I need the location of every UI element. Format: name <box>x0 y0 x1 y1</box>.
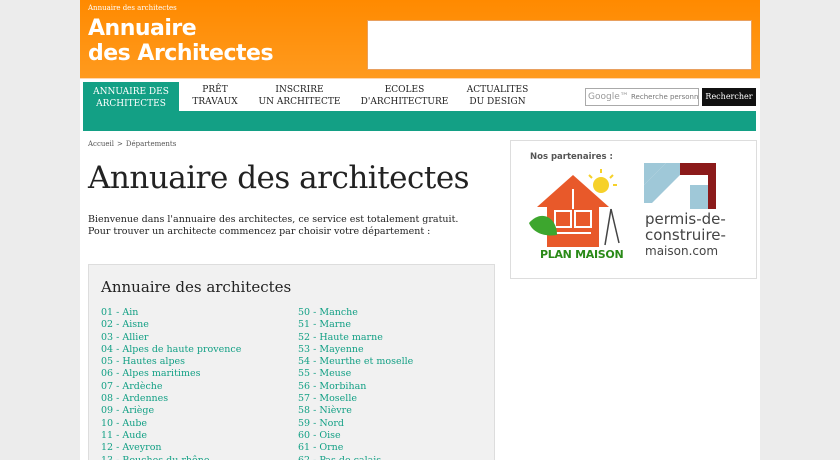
intro-line-2: Pour trouver un architecte commencez par… <box>88 226 431 237</box>
department-link[interactable]: 11 - Aude <box>101 430 241 442</box>
nav-pret-travaux[interactable]: PRÊT TRAVAUX <box>190 84 240 112</box>
department-link[interactable]: 04 - Alpes de haute provence <box>101 344 241 356</box>
sub-nav-bar <box>83 111 756 131</box>
department-link[interactable]: 06 - Alpes maritimes <box>101 368 241 380</box>
partners-box: Nos partenaires : PLAN MAISON permis-de-… <box>510 140 757 279</box>
department-link[interactable]: 13 - Bouches du rhône <box>101 455 241 460</box>
department-link[interactable]: 50 - Manche <box>298 307 413 319</box>
plan-maison-title[interactable]: PLAN MAISON <box>540 248 624 261</box>
search-placeholder: Recherche personnalisée <box>630 93 699 101</box>
nav-label: INSCRIRE <box>275 85 324 95</box>
nav-label: TRAVAUX <box>192 97 238 107</box>
site-logo[interactable]: Annuaire des Architectes <box>88 16 274 66</box>
tagline: Annuaire des architectes <box>88 4 177 12</box>
google-brand: Google™ <box>588 92 629 102</box>
nav-label: ACTUALITES <box>466 85 529 95</box>
search-button[interactable]: Rechercher <box>702 88 756 106</box>
breadcrumb: Accueil > Départements <box>88 140 176 148</box>
department-directory: Annuaire des architectes 01 - Ain 02 - Ai… <box>88 264 495 460</box>
nav-label: UN ARCHITECTE <box>258 97 341 107</box>
house-door-icon <box>690 185 708 209</box>
department-link[interactable]: 57 - Moselle <box>298 393 413 405</box>
nav-label: ANNUAIRE DES <box>93 87 169 97</box>
logo-line-1: Annuaire <box>88 16 197 41</box>
pdc-line-1: permis-de- <box>645 210 726 228</box>
ad-banner[interactable] <box>367 20 752 70</box>
page: Annuaire des architectes Annuaire des Ar… <box>80 0 760 460</box>
department-link[interactable]: 02 - Aisne <box>101 319 241 331</box>
intro-line-1: Bienvenue dans l'annuaire des architecte… <box>88 214 459 225</box>
directory-title: Annuaire des architectes <box>101 278 292 296</box>
nav-label: PRÊT <box>202 85 228 95</box>
plan-maison-logo[interactable] <box>527 165 627 251</box>
permis-house-logo[interactable] <box>644 163 738 209</box>
pdc-line-2: construire- <box>645 226 726 244</box>
department-link[interactable]: 55 - Meuse <box>298 368 413 380</box>
department-link[interactable]: 07 - Ardèche <box>101 381 241 393</box>
department-link[interactable]: 53 - Mayenne <box>298 344 413 356</box>
department-link[interactable]: 60 - Oise <box>298 430 413 442</box>
nav-label: D'ARCHITECTURE <box>360 97 449 107</box>
department-link[interactable]: 54 - Meurthe et moselle <box>298 356 413 368</box>
page-title: Annuaire des architectes <box>88 160 470 196</box>
breadcrumb-home[interactable]: Accueil <box>88 140 114 148</box>
nav-label: ARCHITECTES <box>96 99 166 109</box>
department-link[interactable]: 12 - Aveyron <box>101 442 241 454</box>
department-link[interactable]: 08 - Ardennes <box>101 393 241 405</box>
permis-de-construire-logo[interactable]: permis-de- construire- maison.com <box>645 211 726 259</box>
logo-line-2: des Architectes <box>88 41 274 66</box>
search-input[interactable]: Google™ Recherche personnalisée <box>585 88 699 106</box>
department-link[interactable]: 03 - Allier <box>101 332 241 344</box>
breadcrumb-current: Départements <box>125 140 177 148</box>
department-link[interactable]: 51 - Marne <box>298 319 413 331</box>
nav-label: DU DESIGN <box>469 97 526 107</box>
department-link[interactable]: 09 - Ariège <box>101 405 241 417</box>
department-link[interactable]: 10 - Aube <box>101 418 241 430</box>
department-link[interactable]: 62 - Pas de calais <box>298 455 413 460</box>
nav-annuaire[interactable]: ANNUAIRE DES ARCHITECTES <box>83 82 179 112</box>
nav-label: ECOLES <box>384 85 425 95</box>
department-link[interactable]: 05 - Hautes alpes <box>101 356 241 368</box>
nav-ecoles[interactable]: ECOLES D'ARCHITECTURE <box>357 84 452 112</box>
nav-inscrire[interactable]: INSCRIRE UN ARCHITECTE <box>252 84 347 112</box>
department-link[interactable]: 58 - Nièvre <box>298 405 413 417</box>
department-link[interactable]: 01 - Ain <box>101 307 241 319</box>
department-link[interactable]: 52 - Haute marne <box>298 332 413 344</box>
department-list-right: 50 - Manche 51 - Marne 52 - Haute marne 53 … <box>298 307 413 460</box>
department-list-left: 01 - Ain 02 - Aisne 03 - Allier 04 - Alpes … <box>101 307 241 460</box>
compass-icon <box>604 208 620 246</box>
intro-text: Bienvenue dans l'annuaire des architecte… <box>88 214 458 238</box>
department-link[interactable]: 59 - Nord <box>298 418 413 430</box>
breadcrumb-separator: > <box>117 140 123 148</box>
department-link[interactable]: 61 - Orne <box>298 442 413 454</box>
site-header: Annuaire des architectes Annuaire des Ar… <box>80 0 760 78</box>
sun-icon <box>593 177 609 193</box>
nav-actualites[interactable]: ACTUALITES DU DESIGN <box>460 84 535 112</box>
partners-label: Nos partenaires : <box>530 152 613 162</box>
department-link[interactable]: 56 - Morbihan <box>298 381 413 393</box>
pdc-line-3: maison.com <box>645 244 719 258</box>
